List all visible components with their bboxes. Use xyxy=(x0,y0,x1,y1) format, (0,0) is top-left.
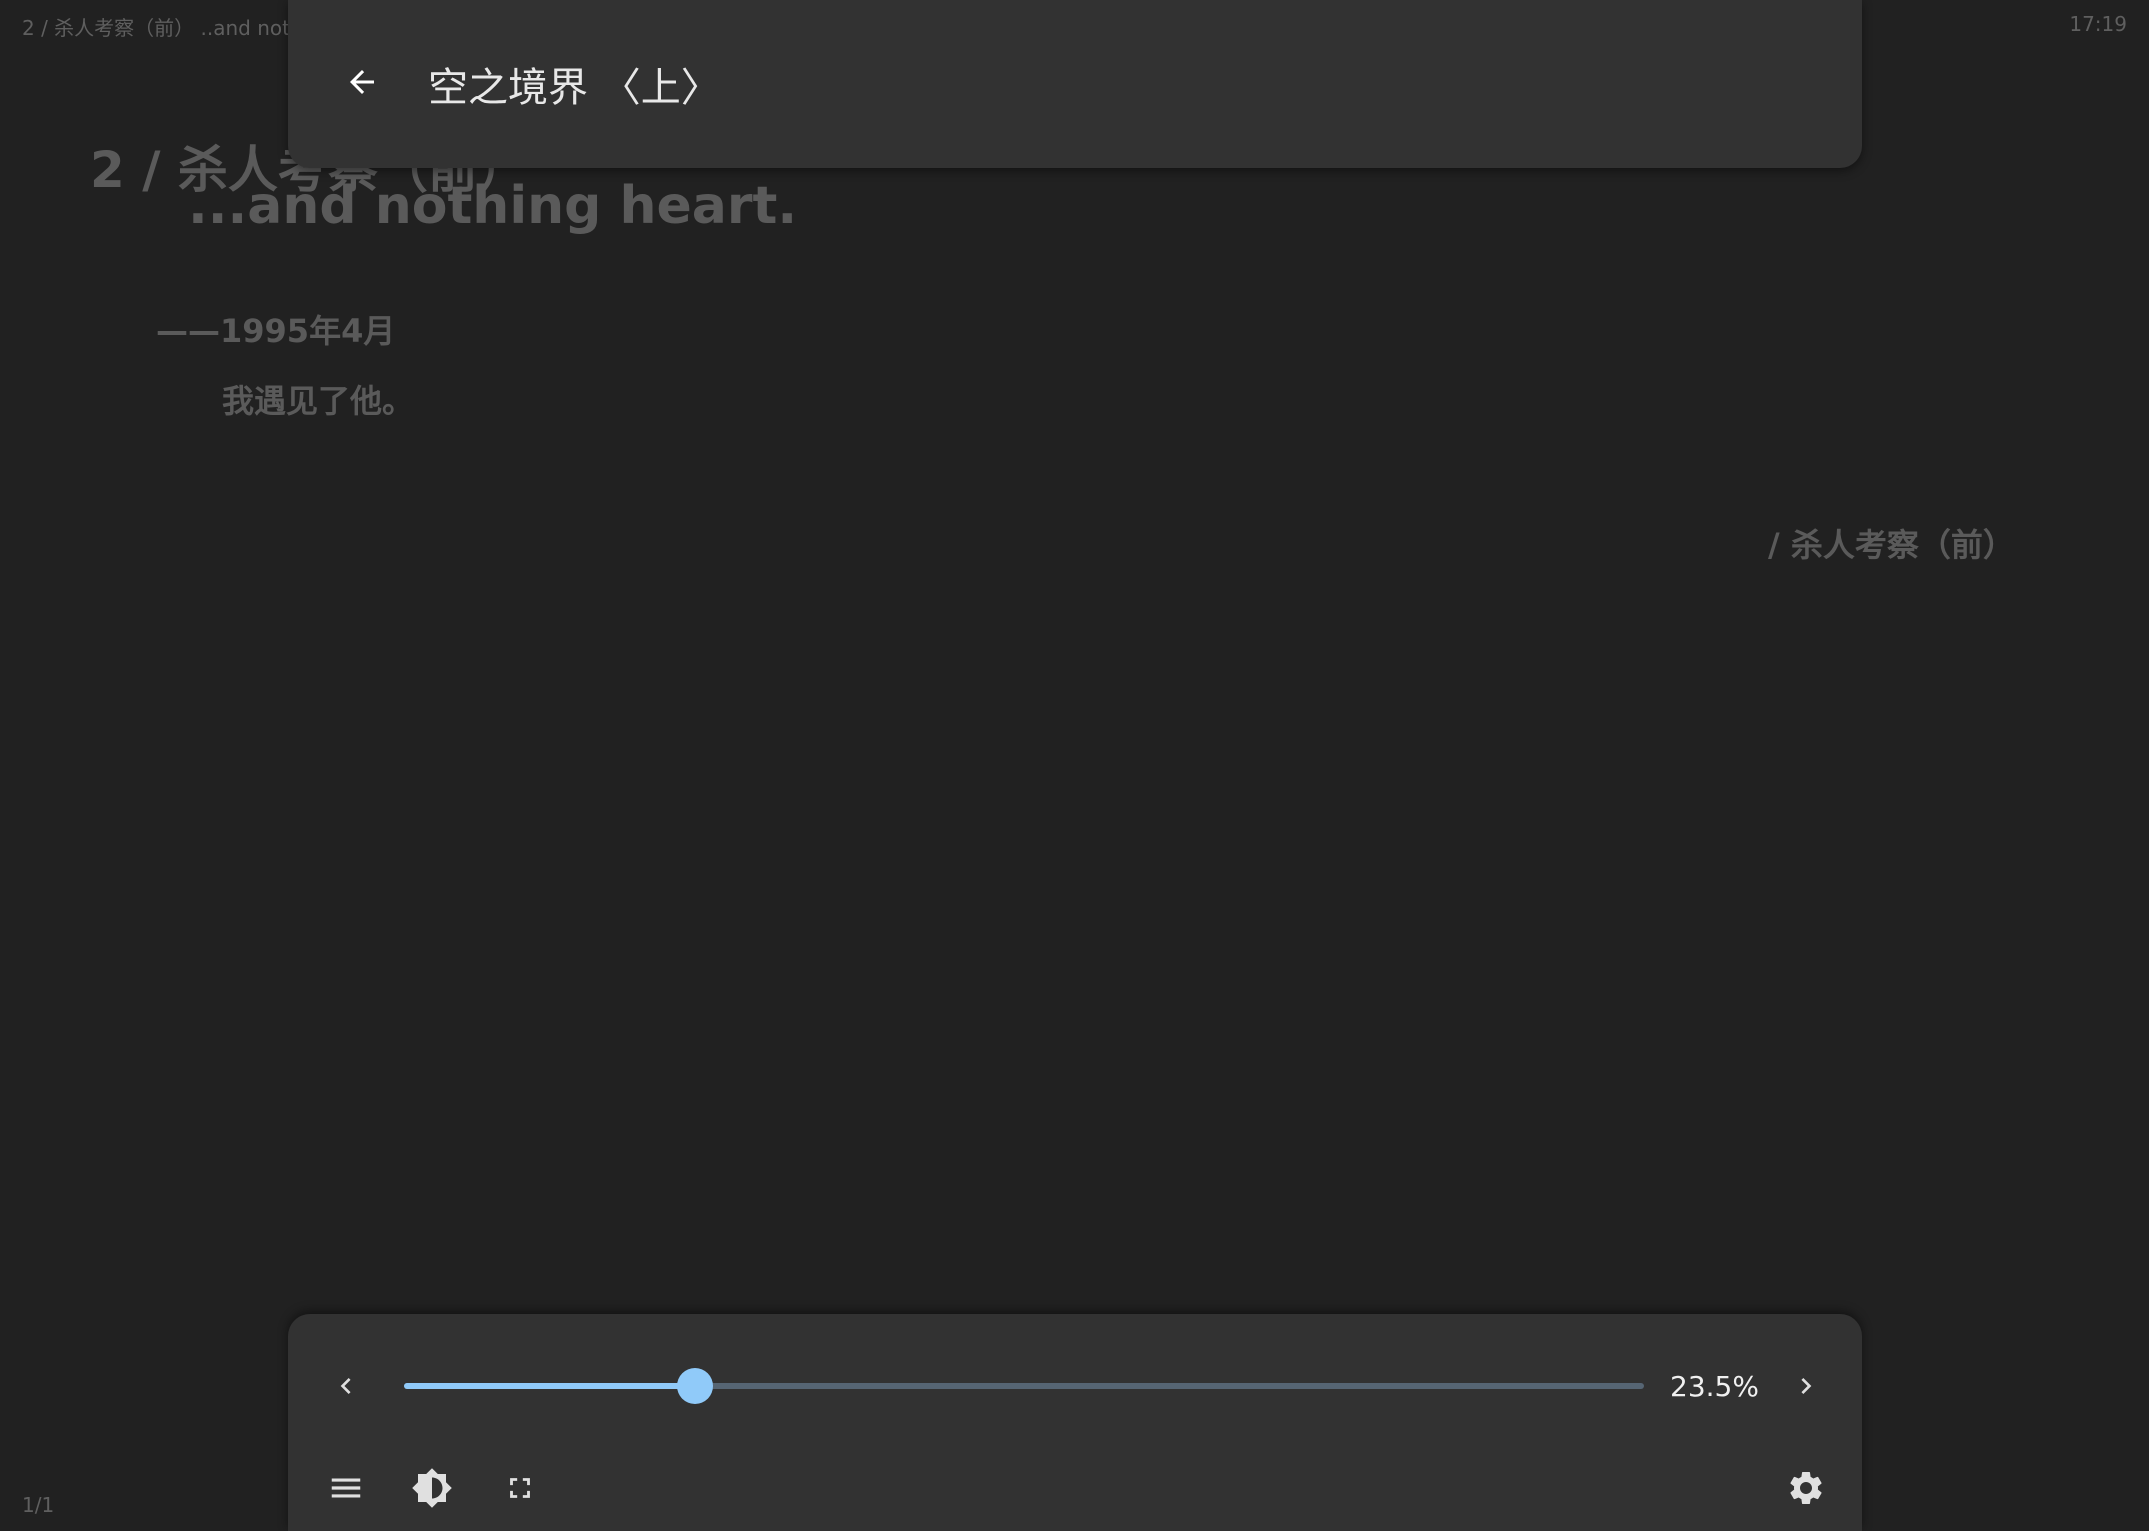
page-right-heading: / 杀人考察（前） xyxy=(1768,526,2015,564)
table-of-contents-button[interactable] xyxy=(318,1460,374,1516)
progress-percent: 23.5% xyxy=(1670,1370,1759,1403)
progress-slider[interactable] xyxy=(404,1368,1644,1404)
top-app-bar: 空之境界 〈上〉 xyxy=(288,0,1862,168)
fullscreen-icon xyxy=(510,1478,530,1498)
fullscreen-button[interactable] xyxy=(492,1460,548,1516)
body-line: 我遇见了他。 xyxy=(222,382,415,420)
bottom-control-bar: 23.5% xyxy=(288,1314,1862,1531)
gear-icon xyxy=(1790,1472,1822,1504)
arrow-back-icon xyxy=(350,70,374,94)
back-button[interactable] xyxy=(342,62,382,102)
page-indicator: 1/1 xyxy=(22,1493,55,1517)
brightness-icon xyxy=(412,1468,452,1508)
clock: 17:19 xyxy=(2069,12,2127,36)
slider-fill xyxy=(404,1383,696,1389)
chevron-left-icon xyxy=(340,1378,351,1394)
previous-chapter-button[interactable] xyxy=(318,1358,374,1414)
next-chapter-button[interactable] xyxy=(1778,1358,1834,1414)
chapter-subheading: ...and nothing heart. xyxy=(188,176,798,236)
date-line: ——1995年4月 xyxy=(156,312,396,350)
book-title: 空之境界 〈上〉 xyxy=(428,65,721,111)
menu-icon xyxy=(331,1478,361,1498)
theme-toggle-button[interactable] xyxy=(404,1460,460,1516)
settings-button[interactable] xyxy=(1778,1460,1834,1516)
slider-thumb[interactable] xyxy=(677,1368,714,1404)
chevron-right-icon xyxy=(1801,1378,1812,1394)
reader-page: 2 / 杀人考察（前） ..and nothing heart. 17:19 1… xyxy=(0,0,2149,1531)
